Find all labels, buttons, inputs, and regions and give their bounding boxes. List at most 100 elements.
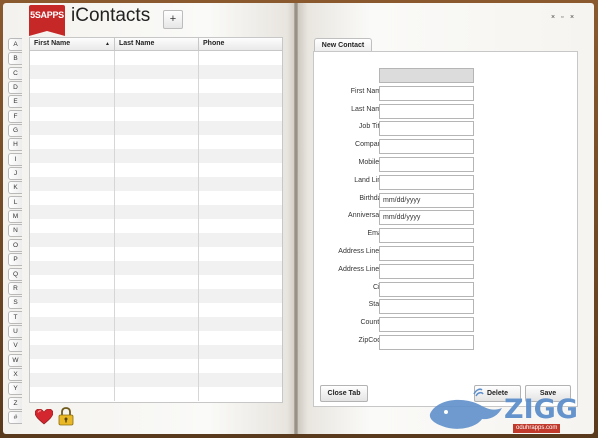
alphabet-tab[interactable]: D xyxy=(8,81,22,95)
table-row[interactable] xyxy=(30,261,282,275)
form-row: City xyxy=(314,281,579,297)
alphabet-tab[interactable]: A xyxy=(8,38,22,51)
alphabet-tab[interactable]: P xyxy=(8,253,22,267)
alphabet-tab[interactable]: E xyxy=(8,95,22,109)
table-row[interactable] xyxy=(30,107,282,121)
alphabet-tab[interactable]: G xyxy=(8,124,22,138)
table-row[interactable] xyxy=(30,359,282,373)
table-cell xyxy=(115,107,199,121)
alphabet-tab[interactable]: V xyxy=(8,339,22,353)
alphabet-tab[interactable]: Z xyxy=(8,396,22,410)
column-label: First Name xyxy=(34,40,71,47)
field-input[interactable] xyxy=(379,139,474,155)
field-input[interactable] xyxy=(379,263,474,279)
close-window-button[interactable]: × xyxy=(570,14,574,21)
column-header-first-name[interactable]: First Name ▲ xyxy=(30,38,115,50)
minimize-button[interactable]: × xyxy=(551,14,555,21)
table-row[interactable] xyxy=(30,275,282,289)
alphabet-tab[interactable]: H xyxy=(8,138,22,152)
alphabet-tab[interactable]: W xyxy=(8,353,22,367)
alphabet-tab[interactable]: # xyxy=(8,410,22,424)
field-input[interactable] xyxy=(379,246,474,261)
field-input[interactable] xyxy=(379,317,474,333)
alphabet-tab[interactable]: M xyxy=(8,210,22,224)
table-row[interactable] xyxy=(30,233,282,247)
close-tab-button[interactable]: Close Tab xyxy=(320,385,368,402)
column-header-phone[interactable]: Phone xyxy=(199,38,282,50)
table-cell xyxy=(199,121,282,135)
field-input[interactable] xyxy=(379,103,474,119)
table-cell xyxy=(115,121,199,135)
table-cell xyxy=(30,177,115,191)
alphabet-tab[interactable]: Q xyxy=(8,267,22,281)
table-cell xyxy=(115,331,199,345)
maximize-button[interactable]: ▫ xyxy=(561,14,563,21)
alphabet-tab[interactable]: J xyxy=(8,167,22,181)
field-input[interactable] xyxy=(379,121,474,137)
table-cell xyxy=(199,163,282,177)
table-row[interactable] xyxy=(30,177,282,191)
column-header-last-name[interactable]: Last Name xyxy=(115,38,199,50)
table-row[interactable] xyxy=(30,163,282,177)
alphabet-tab[interactable]: L xyxy=(8,195,22,209)
table-row[interactable] xyxy=(30,205,282,219)
table-cell xyxy=(199,205,282,219)
field-input[interactable] xyxy=(379,157,474,172)
table-row[interactable] xyxy=(30,93,282,107)
table-row[interactable] xyxy=(30,303,282,317)
form-row: Mobile # xyxy=(314,157,579,172)
table-row[interactable] xyxy=(30,289,282,303)
heart-icon[interactable] xyxy=(35,409,53,425)
alphabet-tab[interactable]: F xyxy=(8,109,22,123)
alphabet-tab[interactable]: K xyxy=(8,181,22,195)
alphabet-tab[interactable]: S xyxy=(8,296,22,310)
table-cell xyxy=(115,205,199,219)
table-row[interactable] xyxy=(30,247,282,261)
table-cell xyxy=(115,135,199,149)
alphabet-tab[interactable]: X xyxy=(8,367,22,381)
alphabet-tab[interactable]: R xyxy=(8,281,22,295)
alphabet-tab[interactable]: B xyxy=(8,52,22,66)
form-row: ZipCode xyxy=(314,335,579,350)
alphabet-tab[interactable]: C xyxy=(8,66,22,80)
table-row[interactable] xyxy=(30,135,282,149)
field-input[interactable] xyxy=(379,174,474,190)
field-input[interactable] xyxy=(379,228,474,244)
alphabet-tab[interactable]: T xyxy=(8,310,22,324)
table-row[interactable] xyxy=(30,331,282,345)
alphabet-tab[interactable]: Y xyxy=(8,382,22,396)
form-row: Address Line 2 xyxy=(314,263,579,279)
table-row[interactable] xyxy=(30,191,282,205)
alphabet-tab[interactable]: I xyxy=(8,152,22,166)
table-row[interactable] xyxy=(30,373,282,387)
table-row[interactable] xyxy=(30,65,282,79)
table-row[interactable] xyxy=(30,51,282,65)
field-input[interactable] xyxy=(379,335,474,350)
field-input[interactable]: mm/dd/yyyy xyxy=(379,192,474,208)
alphabet-tab[interactable]: N xyxy=(8,224,22,238)
table-cell xyxy=(115,359,199,373)
table-row[interactable] xyxy=(30,387,282,401)
table-row[interactable] xyxy=(30,345,282,359)
table-row[interactable] xyxy=(30,149,282,163)
table-row[interactable] xyxy=(30,317,282,331)
table-body[interactable] xyxy=(30,51,282,402)
alphabet-tab[interactable]: U xyxy=(8,324,22,338)
table-row[interactable] xyxy=(30,121,282,135)
add-contact-button[interactable]: + xyxy=(163,10,183,29)
lock-icon[interactable] xyxy=(58,407,74,426)
field-input[interactable]: mm/dd/yyyy xyxy=(379,210,474,226)
table-cell xyxy=(199,261,282,275)
table-cell xyxy=(199,93,282,107)
alphabet-tab[interactable]: O xyxy=(8,238,22,252)
table-cell xyxy=(30,79,115,93)
table-cell xyxy=(115,233,199,247)
field-input[interactable] xyxy=(379,299,474,315)
field-input[interactable] xyxy=(379,85,474,101)
field-input[interactable] xyxy=(379,281,474,297)
table-row[interactable] xyxy=(30,219,282,233)
table-cell xyxy=(115,79,199,93)
table-row[interactable] xyxy=(30,79,282,93)
tab-new-contact[interactable]: New Contact xyxy=(314,38,372,52)
table-cell xyxy=(30,51,115,65)
